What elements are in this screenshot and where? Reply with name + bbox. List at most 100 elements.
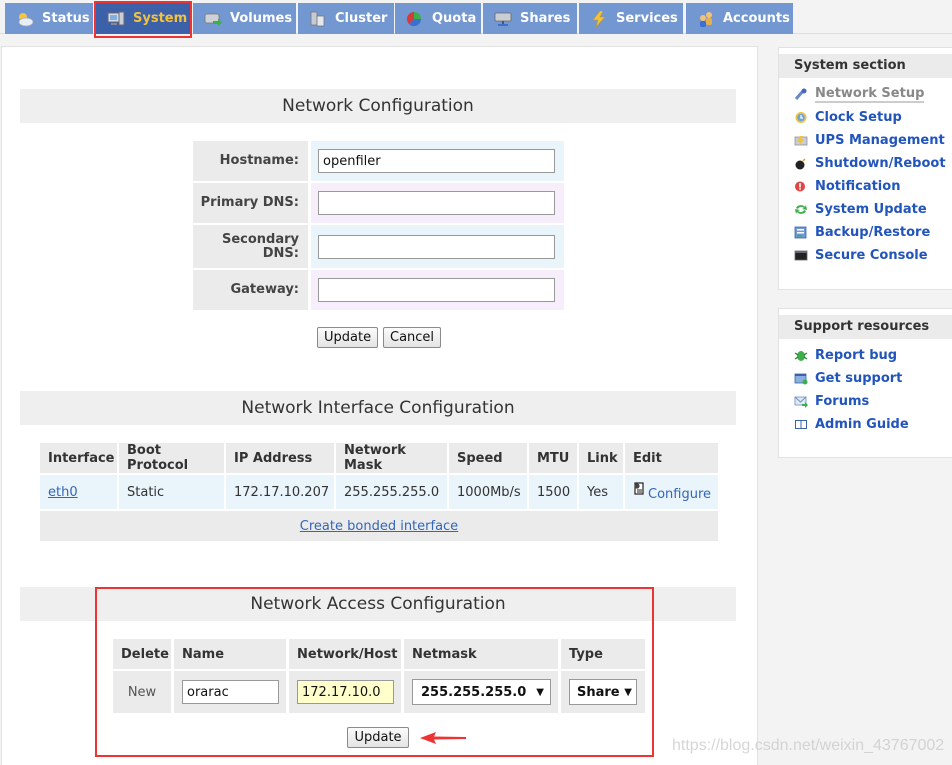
dropdown-arrow-icon: ▼ [624, 686, 632, 698]
tab-system[interactable]: System [96, 3, 190, 34]
pie-quota-icon [406, 11, 424, 27]
type-selected-value: Share [577, 684, 620, 700]
tab-label: Cluster [335, 11, 388, 26]
tab-volumes[interactable]: Volumes [193, 3, 296, 34]
dropdown-arrow-icon: ▼ [536, 686, 544, 698]
tab-label: Status [42, 11, 90, 26]
col-header-link: Link [579, 443, 623, 473]
boot-protocol-cell: Static [119, 475, 224, 509]
support-icon [794, 372, 808, 385]
ups-icon [794, 134, 808, 147]
network-mask-cell: 255.255.255.0 [336, 475, 447, 509]
netmask-selected-value: 255.255.255.0 [421, 684, 527, 700]
book-icon [794, 418, 808, 431]
secondary-dns-input[interactable] [318, 234, 555, 259]
ip-address-cell: 172.17.10.207 [226, 475, 334, 509]
sidebar-item-ups-management[interactable]: UPS Management [779, 129, 952, 152]
col-header-edit: Edit [625, 443, 718, 473]
tab-label: Services [616, 11, 678, 26]
lightning-icon [590, 10, 608, 27]
secondary-dns-row: Secondary DNS: [193, 225, 564, 268]
sidebar-item-get-support[interactable]: Get support [779, 367, 952, 390]
mail-forum-icon [794, 395, 808, 408]
sidebar-item-system-update[interactable]: System Update [779, 198, 952, 221]
speed-cell: 1000Mb/s [449, 475, 527, 509]
hostname-row: Hostname: [193, 141, 564, 181]
tab-shares[interactable]: Shares [483, 3, 577, 34]
annotation-arrow-icon [420, 732, 466, 744]
col-header-network-mask: Network Mask [336, 443, 447, 473]
tab-cluster[interactable]: Cluster [298, 3, 394, 34]
top-nav-tabs: Status System Volumes Cluster Quota Shar… [0, 0, 952, 34]
col-header-netmask: Netmask [404, 639, 558, 669]
col-header-ip-address: IP Address [226, 443, 334, 473]
primary-dns-row: Primary DNS: [193, 183, 564, 223]
clock-icon [794, 111, 808, 124]
col-header-boot-protocol: Boot Protocol [119, 443, 224, 473]
system-section-box: System section Network Setup Clock Setup… [778, 47, 952, 290]
primary-dns-label: Primary DNS: [193, 183, 308, 223]
gateway-input[interactable] [318, 278, 555, 302]
system-section-title: System section [779, 54, 952, 78]
support-resources-title: Support resources [779, 315, 952, 339]
weather-sun-cloud-icon [16, 11, 34, 27]
tab-services[interactable]: Services [579, 3, 683, 34]
sidebar-item-clock-setup[interactable]: Clock Setup [779, 106, 952, 129]
tab-status[interactable]: Status [5, 3, 93, 34]
refresh-icon [794, 203, 808, 216]
sidebar-item-admin-guide[interactable]: Admin Guide [779, 413, 952, 436]
col-header-network-host: Network/Host [289, 639, 401, 669]
network-config-title: Network Configuration [20, 89, 736, 123]
primary-dns-input[interactable] [318, 191, 555, 215]
type-select[interactable]: Share ▼ [569, 679, 637, 705]
link-cell: Yes [579, 475, 623, 509]
tab-accounts[interactable]: Accounts [686, 3, 793, 34]
access-config-title: Network Access Configuration [20, 587, 736, 621]
network-update-button[interactable]: Update [317, 327, 378, 348]
drive-icon [204, 11, 222, 27]
tab-label: Shares [520, 11, 571, 26]
users-icon [697, 11, 715, 27]
col-header-mtu: MTU [529, 443, 577, 473]
secondary-dns-label: Secondary DNS: [193, 225, 308, 268]
sidebar-item-secure-console[interactable]: Secure Console [779, 244, 952, 267]
tab-label: Accounts [723, 11, 790, 26]
sidebar-item-report-bug[interactable]: Report bug [779, 344, 952, 367]
mtu-cell: 1500 [529, 475, 577, 509]
configure-scroll-icon [632, 481, 648, 497]
network-cancel-button[interactable]: Cancel [383, 327, 441, 348]
col-header-type: Type [561, 639, 645, 669]
access-name-input[interactable] [182, 680, 279, 704]
sidebar-item-notification[interactable]: Notification [779, 175, 952, 198]
col-header-interface: Interface [40, 443, 117, 473]
network-share-icon [494, 11, 512, 27]
col-header-name: Name [174, 639, 286, 669]
sidebar-item-forums[interactable]: Forums [779, 390, 952, 413]
bug-icon [794, 349, 808, 362]
hostname-input[interactable] [318, 149, 555, 173]
create-bonded-interface-link[interactable]: Create bonded interface [300, 519, 458, 534]
network-host-input[interactable] [297, 680, 394, 704]
support-resources-box: Support resources Report bug Get support… [778, 308, 952, 458]
new-row-marker: New [113, 671, 171, 713]
sidebar-item-network-setup[interactable]: Network Setup [779, 83, 952, 106]
backup-icon [794, 226, 808, 239]
interface-eth0-link[interactable]: eth0 [48, 485, 78, 500]
col-header-delete: Delete [113, 639, 171, 669]
access-update-button[interactable]: Update [347, 727, 409, 748]
console-icon [794, 249, 808, 262]
netmask-select[interactable]: 255.255.255.0 ▼ [412, 679, 551, 705]
sidebar-item-backup-restore[interactable]: Backup/Restore [779, 221, 952, 244]
tab-label: Quota [432, 11, 477, 26]
hostname-label: Hostname: [193, 141, 308, 181]
sidebar-item-shutdown-reboot[interactable]: Shutdown/Reboot [779, 152, 952, 175]
network-setup-icon [794, 88, 808, 101]
computer-icon [107, 11, 125, 27]
bomb-icon [794, 157, 808, 170]
gateway-row: Gateway: [193, 270, 564, 310]
col-header-speed: Speed [449, 443, 527, 473]
cluster-servers-icon [309, 11, 327, 27]
alert-icon [794, 180, 808, 193]
tab-quota[interactable]: Quota [395, 3, 481, 34]
configure-link[interactable]: Configure [648, 487, 711, 502]
